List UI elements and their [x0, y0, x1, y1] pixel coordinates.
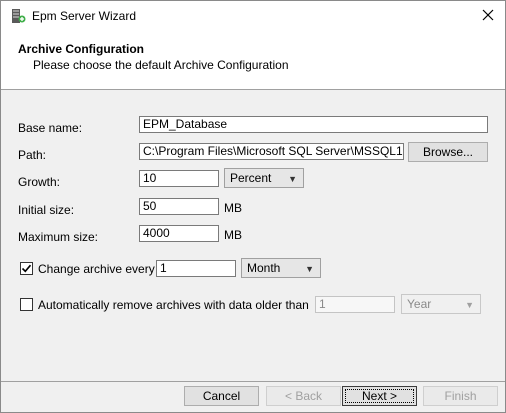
- growth-unit-select[interactable]: Percent ▼: [224, 168, 304, 188]
- chevron-down-icon: ▼: [288, 174, 297, 184]
- growth-input[interactable]: 10: [139, 170, 219, 187]
- change-archive-unit-select[interactable]: Month ▼: [241, 258, 321, 278]
- title-bar: Epm Server Wizard: [1, 1, 505, 32]
- wizard-window: Epm Server Wizard Archive Configuration …: [0, 0, 506, 413]
- path-label: Path:: [18, 148, 47, 162]
- base-name-label: Base name:: [18, 121, 83, 135]
- back-button[interactable]: < Back: [266, 386, 341, 406]
- change-archive-unit-value: Month: [247, 261, 281, 275]
- initial-size-input[interactable]: 50: [139, 198, 219, 215]
- browse-button[interactable]: Browse...: [408, 142, 488, 162]
- next-button-label: Next >: [361, 389, 397, 403]
- finish-button-label: Finish: [444, 389, 477, 403]
- window-title: Epm Server Wizard: [32, 9, 137, 23]
- change-archive-checkbox[interactable]: [20, 262, 33, 275]
- finish-button[interactable]: Finish: [423, 386, 498, 406]
- initial-size-unit: MB: [224, 201, 242, 215]
- auto-remove-label: Automatically remove archives with data …: [38, 298, 309, 312]
- auto-remove-checkbox[interactable]: [20, 298, 33, 311]
- cancel-button-label: Cancel: [202, 389, 241, 403]
- growth-unit-value: Percent: [230, 171, 272, 185]
- cancel-button[interactable]: Cancel: [184, 386, 259, 406]
- chevron-down-icon: ▼: [465, 300, 474, 310]
- browse-button-label: Browse...: [422, 145, 473, 159]
- maximum-size-unit: MB: [224, 228, 242, 242]
- close-button[interactable]: [471, 1, 505, 32]
- maximum-size-input[interactable]: 4000: [139, 225, 219, 242]
- auto-remove-unit-value: Year: [407, 297, 432, 311]
- auto-remove-unit-select[interactable]: Year ▼: [401, 294, 481, 314]
- chevron-down-icon: ▼: [305, 264, 314, 274]
- page-subtitle: Please choose the default Archive Config…: [33, 58, 289, 72]
- next-button[interactable]: Next >: [342, 386, 417, 406]
- growth-label: Growth:: [18, 175, 61, 189]
- change-archive-input[interactable]: 1: [156, 260, 236, 277]
- initial-size-label: Initial size:: [18, 203, 75, 217]
- footer-divider: [1, 381, 505, 382]
- change-archive-label: Change archive every: [38, 262, 155, 276]
- page-title: Archive Configuration: [18, 42, 145, 56]
- close-icon: [482, 9, 494, 24]
- wizard-header: Archive Configuration Please choose the …: [1, 32, 505, 90]
- server-app-icon: [10, 8, 26, 24]
- maximum-size-label: Maximum size:: [18, 230, 99, 244]
- auto-remove-input[interactable]: 1: [315, 296, 395, 313]
- back-button-label: < Back: [284, 389, 323, 403]
- path-input[interactable]: C:\Program Files\Microsoft SQL Server\MS…: [139, 143, 404, 160]
- base-name-input[interactable]: EPM_Database: [139, 116, 488, 133]
